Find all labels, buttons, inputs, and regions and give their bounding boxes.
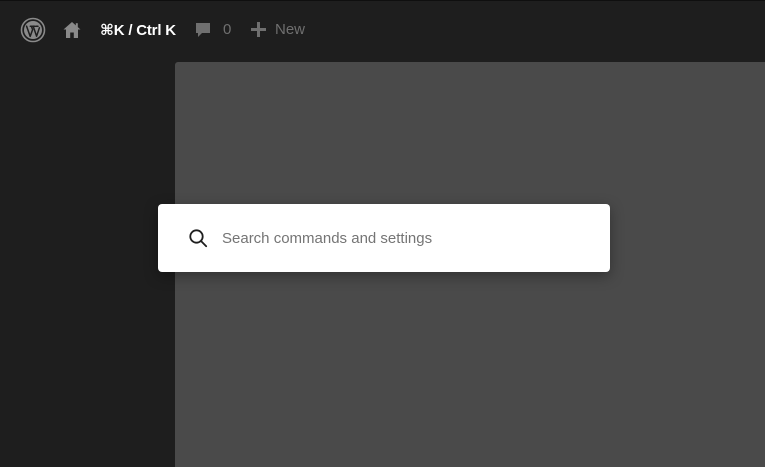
command-search-input[interactable] [222, 229, 592, 247]
new-label: New [275, 21, 306, 38]
comment-bubble-icon [196, 22, 210, 37]
command-palette [158, 204, 610, 272]
new-content-menu[interactable]: New [250, 1, 305, 58]
comments-count: 0 [223, 21, 232, 38]
shortcut-label: ⌘K / Ctrl K [100, 21, 176, 39]
command-palette-shortcut[interactable]: ⌘K / Ctrl K [100, 1, 176, 58]
editor-screen: ⌘K / Ctrl K 0 New [0, 0, 765, 467]
home-icon [63, 21, 81, 38]
plus-icon [251, 22, 266, 37]
search-icon [187, 227, 209, 249]
editor-sidebar [0, 57, 174, 467]
wordpress-menu[interactable] [20, 1, 46, 58]
site-home-link[interactable] [62, 1, 82, 58]
comments-link[interactable]: 0 [194, 1, 231, 58]
admin-bar: ⌘K / Ctrl K 0 New [0, 0, 765, 57]
wordpress-logo-icon [20, 17, 46, 42]
